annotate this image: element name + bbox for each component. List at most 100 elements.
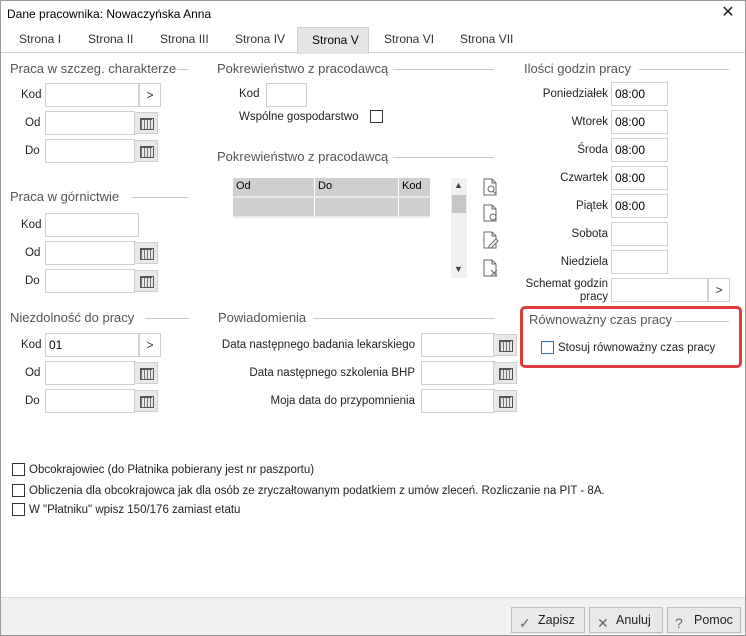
calendar-icon[interactable]	[134, 242, 158, 264]
divider	[675, 321, 729, 322]
niezdolnosc-od-input[interactable]	[45, 361, 135, 385]
niezdolnosc-do-input[interactable]	[45, 389, 135, 413]
column-header-od[interactable]: Od	[233, 178, 315, 196]
column-header-do[interactable]: Do	[315, 178, 399, 196]
cancel-button[interactable]: ✕ Anuluj	[589, 607, 663, 633]
pokrewienstwo-kod-input[interactable]	[266, 83, 307, 107]
close-icon[interactable]: ✕	[717, 3, 739, 23]
calendar-icon[interactable]	[134, 112, 158, 134]
wspolne-label: Wspólne gospodarstwo	[239, 111, 359, 123]
divider	[313, 318, 495, 319]
table-row[interactable]	[399, 198, 430, 216]
sobota-input[interactable]	[611, 222, 668, 246]
table-scrollbar[interactable]: ▲ ▼	[451, 178, 467, 278]
table-row[interactable]	[233, 198, 315, 216]
table-row[interactable]	[315, 198, 399, 216]
praca-szczeg-kod-input[interactable]	[45, 83, 139, 107]
rownowazny-checkbox[interactable]	[541, 341, 554, 354]
title-bar: Dane pracownika: Nowaczyńska Anna ✕	[1, 1, 745, 27]
czwartek-input[interactable]: 08:00	[611, 166, 668, 190]
schemat-select-button[interactable]: >	[708, 278, 730, 302]
sroda-input[interactable]: 08:00	[611, 138, 668, 162]
help-icon: ?	[675, 615, 683, 631]
day-label: Sobota	[571, 228, 608, 240]
tab-strona-7[interactable]: Strona VII	[452, 27, 521, 53]
divider	[393, 157, 494, 158]
obcokrajowiec-label: Obcokrajowiec (do Płatnika pobierany jes…	[29, 464, 315, 476]
tab-bar: Strona I Strona II Strona III Strona IV …	[1, 27, 745, 54]
calendar-icon[interactable]	[493, 390, 517, 412]
divider	[131, 197, 189, 198]
od-label: Od	[25, 117, 41, 129]
schemat-label: pracy	[579, 291, 608, 303]
praca-szczeg-do-input[interactable]	[45, 139, 135, 163]
kod-label: Kod	[21, 339, 42, 351]
pokrewienstwo-table[interactable]: Od Do Kod	[233, 178, 430, 218]
do-label: Do	[25, 275, 40, 287]
przypomnienie-date-input[interactable]	[421, 389, 495, 413]
tab-strona-4[interactable]: Strona IV	[227, 27, 293, 53]
scroll-down-icon[interactable]: ▼	[454, 264, 463, 274]
od-label: Od	[25, 247, 41, 259]
kod-label: Kod	[21, 219, 42, 231]
pokrewienstwo-list-title: Pokrewieństwo z pracodawcą	[217, 149, 389, 164]
wspolne-checkbox[interactable]	[370, 110, 383, 123]
tab-strona-3[interactable]: Strona III	[152, 27, 217, 53]
cross-icon: ✕	[597, 615, 609, 631]
divider	[177, 69, 189, 70]
do-label: Do	[25, 395, 40, 407]
platnik-label: W "Płatniku" wpisz 150/176 zamiast etatu	[29, 504, 241, 516]
bhp-label: Data następnego szkolenia BHP	[249, 367, 415, 379]
day-label: Środa	[577, 144, 608, 156]
do-label: Do	[25, 145, 40, 157]
praca-szczeg-kod-button[interactable]: >	[139, 83, 161, 107]
day-label: Piątek	[576, 200, 608, 212]
window-title: Dane pracownika: Nowaczyńska Anna	[7, 7, 212, 21]
praca-szczeg-title: Praca w szczeg. charakterze	[10, 61, 177, 76]
column-header-kod[interactable]: Kod	[399, 178, 430, 196]
niezdolnosc-kod-input[interactable]: 01	[45, 333, 139, 357]
calendar-icon[interactable]	[493, 362, 517, 384]
obliczenia-checkbox[interactable]	[12, 484, 25, 497]
calendar-icon[interactable]	[493, 334, 517, 356]
calendar-icon[interactable]	[134, 140, 158, 162]
day-label: Poniedziałek	[542, 88, 608, 100]
add-document-icon[interactable]	[481, 204, 499, 222]
bhp-date-input[interactable]	[421, 361, 495, 385]
praca-gornictwie-do-input[interactable]	[45, 269, 135, 293]
badanie-date-input[interactable]	[421, 333, 495, 357]
powiadomienia-title: Powiadomienia	[218, 310, 307, 325]
platnik-checkbox[interactable]	[12, 503, 25, 516]
calendar-icon[interactable]	[134, 270, 158, 292]
save-button[interactable]: ✓ Zapisz	[511, 607, 585, 633]
calendar-icon[interactable]	[134, 390, 158, 412]
praca-gornictwie-od-input[interactable]	[45, 241, 135, 265]
schemat-input[interactable]	[611, 278, 708, 302]
preview-document-icon[interactable]	[481, 178, 499, 196]
delete-document-icon[interactable]	[481, 259, 499, 277]
piatek-input[interactable]: 08:00	[611, 194, 668, 218]
od-label: Od	[25, 367, 41, 379]
wtorek-input[interactable]: 08:00	[611, 110, 668, 134]
scroll-thumb[interactable]	[452, 195, 466, 213]
tab-strona-6[interactable]: Strona VI	[376, 27, 442, 53]
calendar-icon[interactable]	[134, 362, 158, 384]
poniedzialek-input[interactable]: 08:00	[611, 82, 668, 106]
help-button[interactable]: ? Pomoc	[667, 607, 741, 633]
tab-strona-1[interactable]: Strona I	[11, 27, 69, 53]
niedziela-input[interactable]	[611, 250, 668, 274]
kod-label: Kod	[21, 89, 42, 101]
rownowazny-label: Stosuj równoważny czas pracy	[558, 342, 716, 354]
praca-gornictwie-title: Praca w górnictwie	[10, 189, 120, 204]
save-label: Zapisz	[538, 613, 575, 627]
tab-strona-2[interactable]: Strona II	[80, 27, 141, 53]
praca-gornictwie-kod-input[interactable]	[45, 213, 139, 237]
scroll-up-icon[interactable]: ▲	[454, 180, 463, 190]
tab-strona-5[interactable]: Strona V	[297, 27, 369, 54]
edit-document-icon[interactable]	[481, 231, 499, 249]
godziny-title: Ilości godzin pracy	[524, 61, 631, 76]
niezdolnosc-kod-button[interactable]: >	[139, 333, 161, 357]
praca-szczeg-od-input[interactable]	[45, 111, 135, 135]
badanie-label: Data następnego badania lekarskiego	[221, 339, 415, 351]
obcokrajowiec-checkbox[interactable]	[12, 463, 25, 476]
